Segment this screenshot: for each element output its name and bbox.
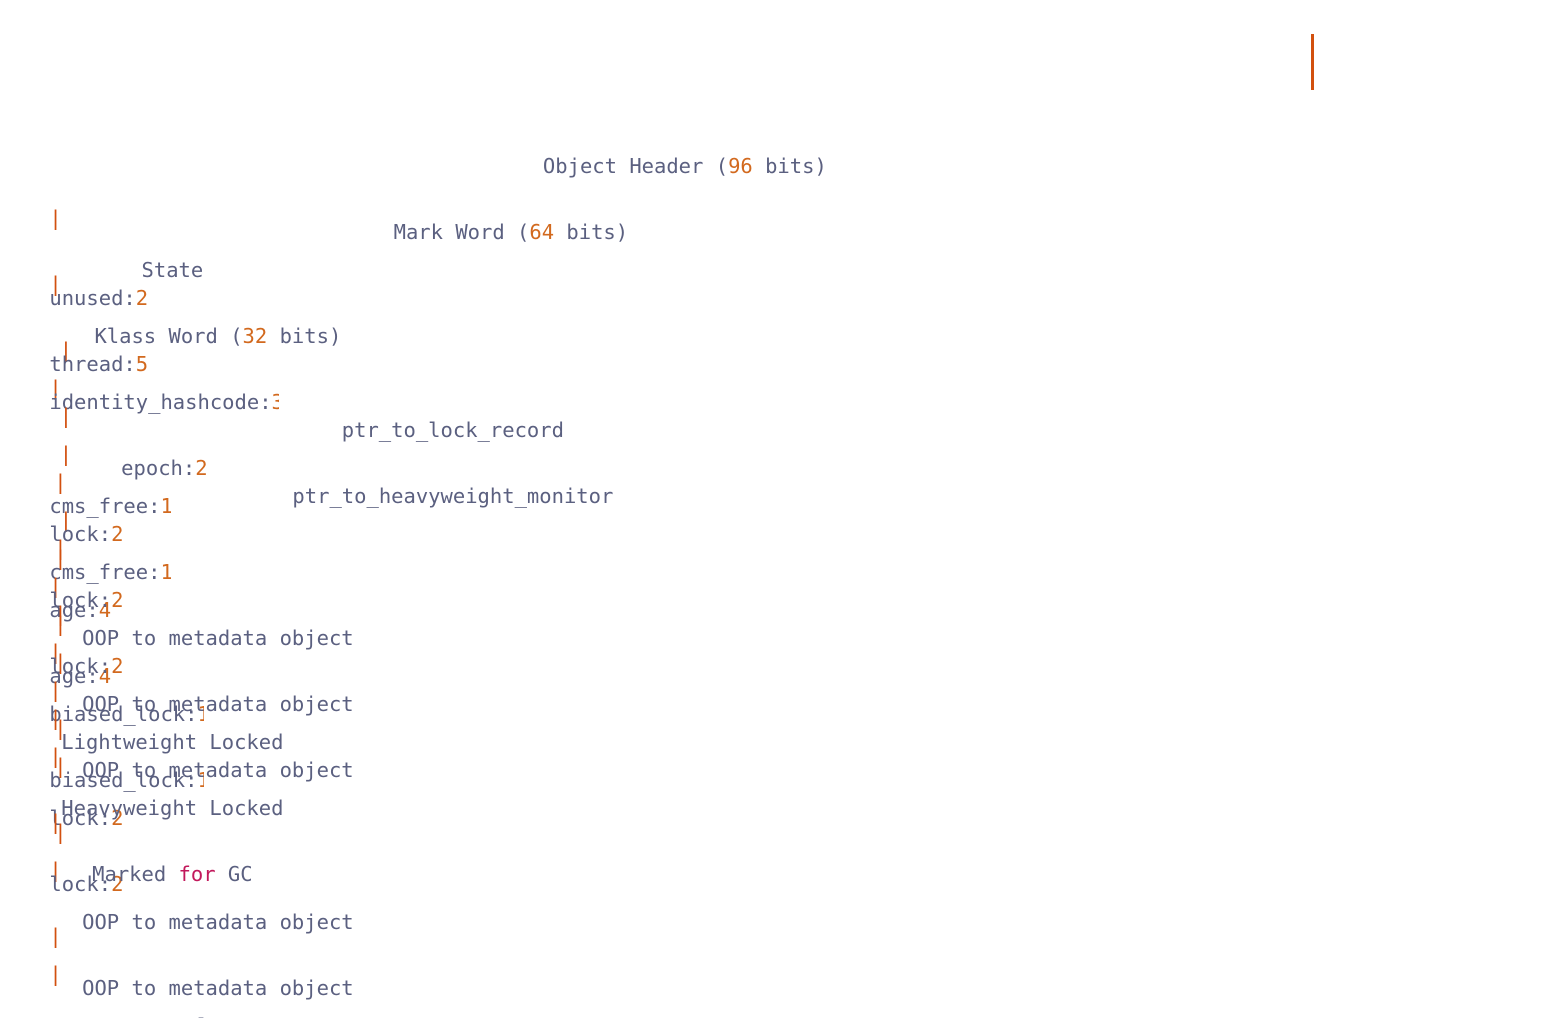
pipe-klass-left: |	[49, 924, 61, 948]
table-row: | lock:2 | OOP to metadata object | Mark…	[0, 432, 1568, 886]
table-row: unused:25 | identity_hashcode:31 | cms_f…	[0, 168, 1568, 1018]
rule-bottom	[0, 484, 1568, 498]
rule-header-2	[0, 88, 1568, 102]
state-suffix: GC	[215, 862, 253, 886]
state-value: Marked for GC	[49, 848, 295, 900]
field-lock-name: lock:	[49, 654, 112, 678]
row-word-headers: Mark Word (64 bits) | Klass Word (32 bit…	[0, 102, 1568, 400]
vrule-state-header	[1311, 34, 1314, 90]
pipe-klass-left: |	[49, 706, 61, 730]
pipe-lock-left: |	[54, 602, 67, 626]
row-object-header: Object Header (96 bits) | State	[0, 36, 1568, 282]
klass-word-value: OOP to metadata object	[82, 758, 354, 782]
table-row: thread:54 | epoch:2 | cms_free:1 | age:4…	[0, 234, 1568, 1000]
field-lock-bits: 2	[111, 654, 124, 678]
state-keyword-for: for	[178, 862, 216, 886]
rule-top	[0, 20, 1568, 34]
pipe-state-left: |	[49, 1014, 60, 1018]
rule-row-3	[0, 352, 1568, 366]
rule-header-3	[0, 154, 1568, 168]
pipe-state-left: |	[49, 810, 61, 834]
rule-row-2	[0, 286, 1568, 300]
table-row: ptr_to_heavyweight_monitor | lock:2 | OO…	[0, 366, 1568, 820]
klass-word-value: OOP to metadata object	[82, 976, 354, 1000]
rule-row-4	[0, 418, 1568, 432]
state-prefix: Marked	[92, 862, 179, 886]
field-lock-bits: 2	[111, 588, 124, 612]
table-row: ptr_to_lock_record | lock:2 | OOP to met…	[0, 300, 1568, 754]
rule-row-1	[0, 220, 1568, 234]
field-empty	[49, 536, 856, 588]
field-lock: lock:2	[49, 640, 124, 692]
object-header-diagram: Object Header (96 bits) | State Mark Wor…	[0, 0, 1568, 1018]
